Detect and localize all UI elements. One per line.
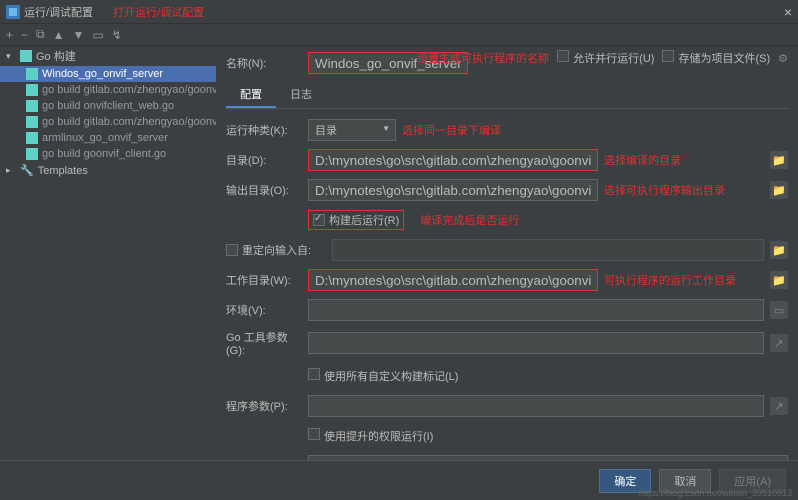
tree-group-go-build[interactable]: ▾ Go 构建 xyxy=(0,46,216,66)
run-after-build-option[interactable]: 构建后运行(R) xyxy=(308,210,404,230)
use-elevated-option[interactable]: 使用提升的权限运行(I) xyxy=(308,428,433,444)
output-dir-field[interactable] xyxy=(308,179,598,201)
tree-item-label: go build gitlab.com/zhengyao/goonvif/web xyxy=(42,84,216,96)
redirect-input-option[interactable]: 重定向输入自: xyxy=(226,242,326,258)
tree-item[interactable]: go build gitlab.com/zhengyao/goonvif/cmd xyxy=(0,114,216,130)
directory-label: 目录(D): xyxy=(226,152,302,168)
go-tool-args-field[interactable] xyxy=(308,332,764,354)
run-after-annotation: 编译完成后是否运行 xyxy=(420,212,519,228)
browse-icon[interactable]: ▭ xyxy=(770,301,788,319)
folder-icon[interactable]: ▭ xyxy=(92,28,103,42)
workdir-annotation: 可执行程序的运行工作目录 xyxy=(604,272,736,288)
remove-icon[interactable]: − xyxy=(21,28,28,42)
env-label: 环境(V): xyxy=(226,302,302,318)
store-project-option[interactable]: 存储为项目文件(S) xyxy=(662,50,770,66)
checkbox-icon xyxy=(662,50,674,62)
tree-item-label: go build onvifclient_web.go xyxy=(42,100,174,112)
tree-item-label: Windos_go_onvif_server xyxy=(42,68,163,80)
checkbox-icon xyxy=(308,368,320,380)
tree-group-templates[interactable]: ▸ 🔧 Templates xyxy=(0,162,216,179)
title-annotation: 打开运行/调试配置 xyxy=(113,4,204,20)
wrench-icon: 🔧 xyxy=(20,164,34,177)
chevron-down-icon: ▾ xyxy=(6,51,16,62)
toolbar: + − ⧉ ▲ ▼ ▭ ↯ xyxy=(0,24,798,46)
go-tool-args-label: Go 工具参数(G): xyxy=(226,329,302,357)
redirect-field xyxy=(332,239,764,261)
copy-icon[interactable]: ⧉ xyxy=(36,27,45,42)
use-all-custom-option[interactable]: 使用所有自定义构建标记(L) xyxy=(308,368,458,384)
checkbox-icon xyxy=(308,428,320,440)
tab-config[interactable]: 配置 xyxy=(226,82,276,108)
down-icon[interactable]: ▼ xyxy=(73,28,85,42)
app-icon xyxy=(6,5,20,19)
output-dir-annotation: 选择可执行程序输出目录 xyxy=(604,182,725,198)
name-label: 名称(N): xyxy=(226,55,302,71)
directory-annotation: 选择编译的目录 xyxy=(604,152,681,168)
tree-item[interactable]: go build onvifclient_web.go xyxy=(0,98,216,114)
gear-icon[interactable]: ⚙ xyxy=(778,52,788,65)
up-icon[interactable]: ▲ xyxy=(53,28,65,42)
tree-item-label: go build goonvif_client.go xyxy=(42,148,166,160)
program-args-label: 程序参数(P): xyxy=(226,398,302,414)
allow-parallel-label: 允许并行运行(U) xyxy=(573,53,654,65)
checkbox-icon xyxy=(226,244,238,256)
expand-icon[interactable]: ↗ xyxy=(770,334,788,352)
tab-log[interactable]: 日志 xyxy=(276,82,326,108)
browse-icon[interactable]: 📁 xyxy=(770,151,788,169)
tree-group-label: Templates xyxy=(38,165,88,177)
allow-parallel-option[interactable]: 允许并行运行(U) xyxy=(557,50,654,66)
use-all-custom-label: 使用所有自定义构建标记(L) xyxy=(324,371,458,383)
tree-item[interactable]: go build gitlab.com/zhengyao/goonvif/web xyxy=(0,82,216,98)
name-annotation: 设置生成可执行程序的名称 xyxy=(417,50,549,66)
program-args-field[interactable] xyxy=(308,395,764,417)
wrench-icon[interactable]: ↯ xyxy=(112,28,122,42)
run-kind-label: 运行种类(K): xyxy=(226,122,302,138)
browse-icon[interactable]: 📁 xyxy=(770,271,788,289)
browse-icon[interactable]: 📁 xyxy=(770,241,788,259)
store-project-label: 存储为项目文件(S) xyxy=(678,53,770,65)
use-elevated-label: 使用提升的权限运行(I) xyxy=(324,431,433,443)
tabs: 配置 日志 xyxy=(226,82,788,109)
browse-icon[interactable]: 📁 xyxy=(770,181,788,199)
env-field[interactable] xyxy=(308,299,764,321)
tree-item[interactable]: go build goonvif_client.go xyxy=(0,146,216,162)
run-kind-select[interactable]: 目录 xyxy=(308,119,396,141)
content-panel: 设置生成可执行程序的名称 允许并行运行(U) 存储为项目文件(S) ⚙ 名称(N… xyxy=(216,46,798,476)
add-icon[interactable]: + xyxy=(6,28,13,42)
output-dir-label: 输出目录(O): xyxy=(226,182,302,198)
window-title: 运行/调试配置 xyxy=(24,4,93,20)
tree-item-windos-server[interactable]: Windos_go_onvif_server xyxy=(0,66,216,82)
workdir-label: 工作目录(W): xyxy=(226,272,302,288)
directory-field[interactable] xyxy=(308,149,598,171)
header-right-options: 设置生成可执行程序的名称 允许并行运行(U) 存储为项目文件(S) ⚙ xyxy=(417,50,788,66)
chevron-right-icon: ▸ xyxy=(6,165,16,176)
titlebar: 运行/调试配置 打开运行/调试配置 × xyxy=(0,0,798,24)
redirect-label: 重定向输入自: xyxy=(242,242,311,258)
watermark: https://blog.csdn.net/weixin_39510813 xyxy=(639,488,792,498)
tree-item-label: go build gitlab.com/zhengyao/goonvif/cmd xyxy=(42,116,216,128)
tree-item[interactable]: armlinux_go_onvif_server xyxy=(0,130,216,146)
workdir-field[interactable] xyxy=(308,269,598,291)
checkbox-icon xyxy=(557,50,569,62)
close-icon[interactable]: × xyxy=(784,4,792,20)
tree-group-label: Go 构建 xyxy=(36,48,76,64)
run-kind-annotation: 选择同一目录下编译 xyxy=(402,122,501,138)
tree-item-label: armlinux_go_onvif_server xyxy=(42,132,168,144)
sidebar: ▾ Go 构建 Windos_go_onvif_server go build … xyxy=(0,46,216,476)
run-after-build-label: 构建后运行(R) xyxy=(329,212,399,228)
expand-icon[interactable]: ↗ xyxy=(770,397,788,415)
run-kind-value: 目录 xyxy=(315,125,337,137)
checkbox-icon xyxy=(313,214,325,226)
go-build-icon xyxy=(20,50,32,62)
